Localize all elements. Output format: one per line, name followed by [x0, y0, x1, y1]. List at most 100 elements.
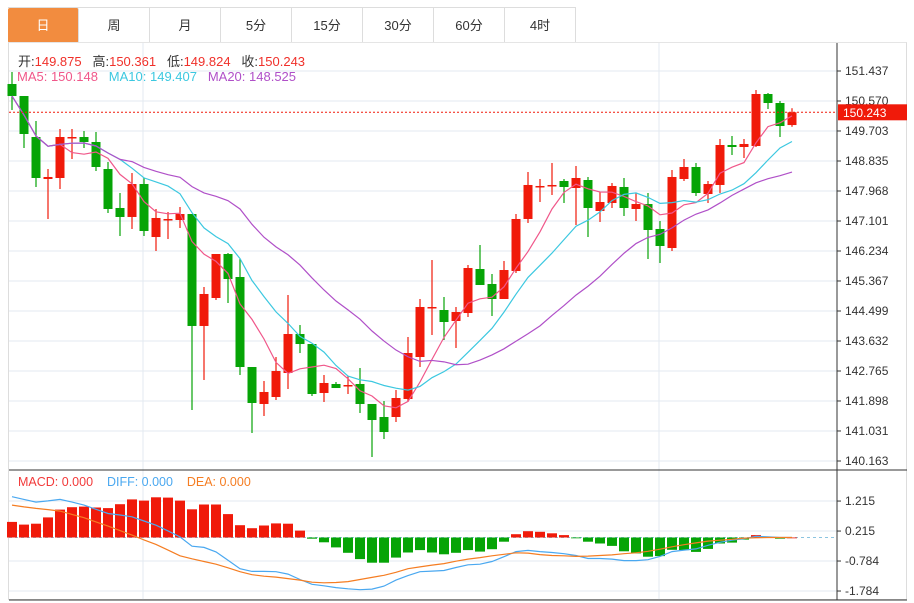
candle-body: [343, 384, 353, 387]
last-price-label: 150.243: [843, 106, 887, 120]
ma5-legend: MA5: 150.148: [17, 69, 98, 84]
price-tick-label: 141.031: [845, 424, 889, 438]
candle-body: [223, 253, 233, 280]
candle: [295, 325, 305, 354]
candle: [655, 220, 665, 263]
candle-body: [547, 184, 557, 187]
candle-body: [631, 204, 641, 209]
macd-bar: [67, 507, 77, 538]
candle-body: [115, 207, 125, 217]
macd-bar: [355, 537, 365, 560]
candle: [7, 72, 17, 110]
diff-value: DIFF: 0.000: [106, 475, 173, 489]
open-value: 149.875: [34, 54, 82, 69]
candle: [427, 260, 437, 336]
candle-body: [259, 391, 269, 404]
candle-body: [763, 94, 773, 103]
candle-body: [535, 185, 545, 188]
candle: [739, 139, 749, 159]
candle-body: [367, 403, 377, 421]
candle-body: [187, 214, 197, 326]
candle-body: [499, 270, 509, 300]
candle-body: [103, 169, 113, 209]
kline-widget: 日周月 5分 15分 30分 60分 4时 151.437 150.570 149.703 14…: [0, 0, 914, 603]
macd-bar: [643, 537, 653, 557]
macd-bar: [331, 537, 341, 548]
ma-legend: MA5: 150.148 MA10: 149.407 MA20: 148.525: [17, 69, 296, 84]
candle-body: [691, 166, 701, 194]
macd-bar: [307, 537, 317, 539]
candle-body: [331, 383, 341, 389]
price-tick-label: 146.234: [845, 244, 889, 258]
macd-bar: [703, 537, 713, 549]
ma20-legend: MA20: 148.525: [207, 69, 297, 84]
candle-body: [307, 344, 317, 394]
price-tick-label: 144.499: [845, 304, 889, 318]
high-value: 150.361: [109, 54, 157, 69]
candle: [19, 96, 29, 149]
candle: [679, 159, 689, 182]
candle: [547, 162, 557, 196]
macd-bar: [403, 537, 413, 553]
candle: [139, 177, 149, 237]
kline-chart[interactable]: 151.437150.570149.703148.835147.968147.1…: [0, 0, 914, 603]
candle-body: [67, 137, 77, 139]
macd-bar: [583, 537, 593, 542]
candle: [283, 294, 293, 390]
macd-bar: [283, 523, 293, 538]
price-tick-label: 147.968: [845, 184, 889, 198]
candle-body: [739, 143, 749, 148]
macd-bar: [7, 521, 17, 538]
macd-legend: MACD: 0.000 DIFF: 0.000 DEA: 0.000: [18, 475, 251, 489]
macd-bar: [139, 500, 149, 538]
price-tick-label: 140.163: [845, 454, 889, 468]
candle: [307, 344, 317, 396]
candle: [331, 381, 341, 389]
open-label: 开:: [18, 54, 35, 69]
macd-bar: [295, 530, 305, 538]
macd-bar: [55, 509, 65, 538]
candle: [235, 259, 245, 376]
candle: [403, 336, 413, 402]
candle: [463, 264, 473, 317]
candle-body: [55, 137, 65, 178]
macd-bar: [547, 533, 557, 538]
price-tick-label: 145.367: [845, 274, 889, 288]
candle-body: [283, 334, 293, 373]
candle: [775, 100, 785, 138]
candle-body: [427, 306, 437, 309]
macd-bar: [463, 537, 473, 551]
macd-bar: [619, 537, 629, 552]
candle: [715, 139, 725, 194]
price-tick-label: 147.101: [845, 214, 889, 228]
low-value: 149.824: [183, 54, 231, 69]
candle-body: [787, 112, 797, 126]
candle-body: [319, 382, 329, 393]
candle-body: [403, 353, 413, 400]
candle-body: [415, 306, 425, 358]
candle-body: [235, 277, 245, 368]
candle-body: [31, 137, 41, 178]
macd-bar: [499, 537, 509, 542]
candle-body: [523, 184, 533, 219]
macd-bar: [175, 500, 185, 538]
candle-body: [43, 176, 53, 179]
candle-body: [475, 269, 485, 285]
candle-body: [379, 416, 389, 433]
candle: [595, 192, 605, 222]
macd-bar: [235, 525, 245, 538]
candle-body: [175, 214, 185, 220]
candle: [499, 260, 509, 300]
candle: [631, 193, 641, 221]
price-tick-label: 141.898: [845, 394, 889, 408]
macd-value: MACD: 0.000: [18, 475, 94, 489]
macd-bar: [559, 535, 569, 538]
candle-body: [271, 370, 281, 398]
candle-body: [7, 84, 17, 97]
macd-bar: [391, 537, 401, 558]
macd-bar: [451, 537, 461, 553]
candle: [535, 178, 545, 203]
macd-bar: [367, 537, 377, 563]
macd-bar: [415, 537, 425, 551]
candle-body: [559, 181, 569, 187]
